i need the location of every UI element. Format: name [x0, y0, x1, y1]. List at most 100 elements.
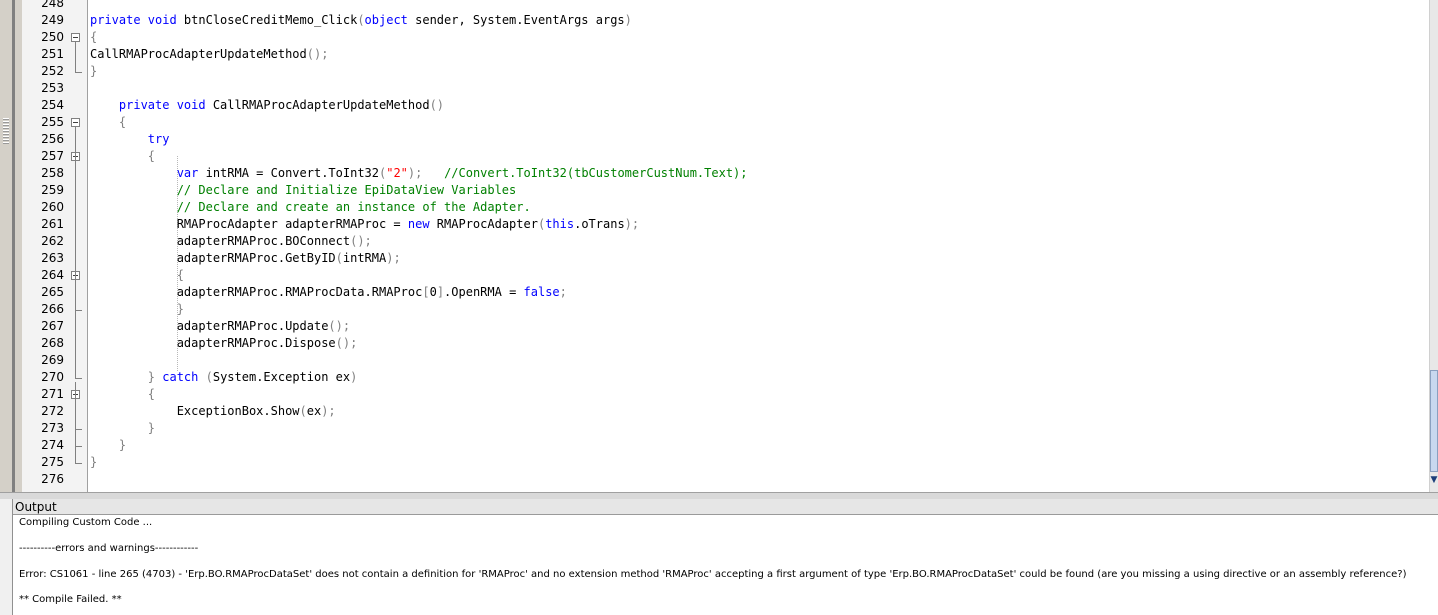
- code-line[interactable]: 258 var intRMA = Convert.ToInt32("2"); /…: [22, 165, 1429, 182]
- code-line[interactable]: 261 RMAProcAdapter adapterRMAProc = new …: [22, 216, 1429, 233]
- output-line: Error: CS1061 - line 265 (4703) - 'Erp.B…: [19, 569, 1407, 580]
- line-number: 251: [41, 47, 64, 61]
- code-line[interactable]: 262 adapterRMAProc.BOConnect();: [22, 233, 1429, 250]
- code-token: catch: [162, 370, 206, 384]
- line-number: 258: [41, 166, 64, 180]
- line-number: 254: [41, 98, 64, 112]
- code-line[interactable]: 264 {: [22, 267, 1429, 284]
- code-text[interactable]: adapterRMAProc.RMAProcData.RMAProc[0].Op…: [90, 284, 567, 301]
- code-text[interactable]: var intRMA = Convert.ToInt32("2"); //Con…: [90, 165, 748, 182]
- code-token: ;: [559, 285, 567, 299]
- code-text[interactable]: // Declare and create an instance of the…: [90, 199, 531, 216]
- code-line[interactable]: 250 {: [22, 29, 1429, 46]
- code-token: // Declare and Initialize EpiDataView Va…: [176, 183, 517, 197]
- code-line[interactable]: 255 {: [22, 114, 1429, 131]
- code-token: );: [624, 217, 640, 231]
- code-line[interactable]: 263 adapterRMAProc.GetByID(intRMA);: [22, 250, 1429, 267]
- code-token: intRMA: [342, 251, 387, 265]
- code-line[interactable]: 249 private void btnCloseCreditMemo_Click…: [22, 12, 1429, 29]
- scrollbar-thumb[interactable]: [1430, 370, 1438, 472]
- code-line[interactable]: 274 }: [22, 437, 1429, 454]
- code-line[interactable]: 248: [22, 0, 1429, 12]
- code-token: (): [429, 98, 445, 112]
- code-line[interactable]: 251 CallRMAProcAdapterUpdateMethod();: [22, 46, 1429, 63]
- code-token: ex: [306, 404, 322, 418]
- collapse-icon[interactable]: [71, 118, 80, 127]
- code-line[interactable]: 254 private void CallRMAProcAdapterUpdat…: [22, 97, 1429, 114]
- code-text[interactable]: {: [90, 148, 155, 165]
- line-number: 263: [41, 251, 64, 265]
- code-text[interactable]: adapterRMAProc.BOConnect();: [90, 233, 372, 250]
- code-token: }: [90, 64, 98, 78]
- code-line[interactable]: 252}: [22, 63, 1429, 80]
- code-text[interactable]: adapterRMAProc.Update();: [90, 318, 350, 335]
- code-text[interactable]: RMAProcAdapter adapterRMAProc = new RMAP…: [90, 216, 639, 233]
- editor-vertical-scrollbar[interactable]: ▼: [1429, 0, 1438, 492]
- resize-grip[interactable]: [3, 118, 9, 144]
- code-text[interactable]: }: [90, 301, 184, 318]
- line-number: 267: [41, 319, 64, 333]
- code-text[interactable]: }: [90, 437, 126, 454]
- line-number: 249: [41, 13, 64, 27]
- code-text[interactable]: // Declare and Initialize EpiDataView Va…: [90, 182, 517, 199]
- code-text[interactable]: CallRMAProcAdapterUpdateMethod();: [90, 46, 328, 63]
- code-line[interactable]: 267 adapterRMAProc.Update();: [22, 318, 1429, 335]
- code-text[interactable]: }: [90, 420, 155, 437]
- line-number: 253: [41, 81, 64, 95]
- line-number: 264: [41, 268, 64, 282]
- line-number: 272: [41, 404, 64, 418]
- code-text[interactable]: {: [90, 29, 97, 46]
- code-editor[interactable]: 248 249 private void btnCloseCreditMemo_Cl…: [22, 0, 1429, 492]
- code-line[interactable]: 271 {: [22, 386, 1429, 403]
- code-line[interactable]: 270 } catch (System.Exception ex): [22, 369, 1429, 386]
- code-token: this: [545, 217, 575, 231]
- line-number: 261: [41, 217, 64, 231]
- code-token: }: [118, 438, 127, 452]
- code-token: System.Exception ex: [212, 370, 351, 384]
- code-text[interactable]: private void CallRMAProcAdapterUpdateMet…: [90, 97, 444, 114]
- code-text[interactable]: {: [90, 114, 126, 131]
- line-number: 259: [41, 183, 64, 197]
- code-text[interactable]: adapterRMAProc.Dispose();: [90, 335, 358, 352]
- fold-end-marker: [75, 63, 82, 73]
- code-line[interactable]: 266 }: [22, 301, 1429, 318]
- code-line[interactable]: 260 // Declare and create an instance of…: [22, 199, 1429, 216]
- code-line[interactable]: 275}: [22, 454, 1429, 471]
- scroll-down-icon[interactable]: ▼: [1430, 474, 1438, 486]
- code-text[interactable]: ExceptionBox.Show(ex);: [90, 403, 336, 420]
- code-token: [: [422, 285, 430, 299]
- code-text[interactable]: {: [90, 267, 184, 284]
- code-line[interactable]: 272 ExceptionBox.Show(ex);: [22, 403, 1429, 420]
- code-line[interactable]: 268 adapterRMAProc.Dispose();: [22, 335, 1429, 352]
- code-text[interactable]: private void btnCloseCreditMemo_Click(ob…: [90, 12, 632, 29]
- code-text[interactable]: } catch (System.Exception ex): [90, 369, 358, 386]
- code-token: );: [321, 404, 336, 418]
- code-line[interactable]: 259 // Declare and Initialize EpiDataVie…: [22, 182, 1429, 199]
- code-text[interactable]: adapterRMAProc.GetByID(intRMA);: [90, 250, 401, 267]
- collapse-icon[interactable]: [71, 33, 80, 42]
- code-token: object: [364, 13, 416, 27]
- code-line[interactable]: 257 {: [22, 148, 1429, 165]
- code-text[interactable]: {: [90, 386, 155, 403]
- code-text[interactable]: }: [90, 454, 97, 471]
- code-line[interactable]: 276: [22, 471, 1429, 488]
- code-line[interactable]: 256 try: [22, 131, 1429, 148]
- line-number: 275: [41, 455, 64, 469]
- code-token: //Convert.ToInt32(tbCustomerCustNum.Text…: [444, 166, 748, 180]
- line-number: 262: [41, 234, 64, 248]
- code-token: adapterRMAProc.Dispose: [90, 336, 336, 350]
- line-number: 252: [41, 64, 64, 78]
- panel-splitter[interactable]: [0, 492, 1438, 499]
- code-token: ): [350, 370, 358, 384]
- code-text[interactable]: }: [90, 63, 97, 80]
- code-token: {: [176, 268, 184, 282]
- code-token: btnCloseCreditMemo_Click: [183, 13, 358, 27]
- code-text[interactable]: try: [90, 131, 170, 148]
- code-line[interactable]: 269: [22, 352, 1429, 369]
- code-line[interactable]: 265 adapterRMAProc.RMAProcData.RMAProc[0…: [22, 284, 1429, 301]
- code-line[interactable]: 253: [22, 80, 1429, 97]
- code-line[interactable]: 273 }: [22, 420, 1429, 437]
- line-number: 248: [41, 0, 64, 10]
